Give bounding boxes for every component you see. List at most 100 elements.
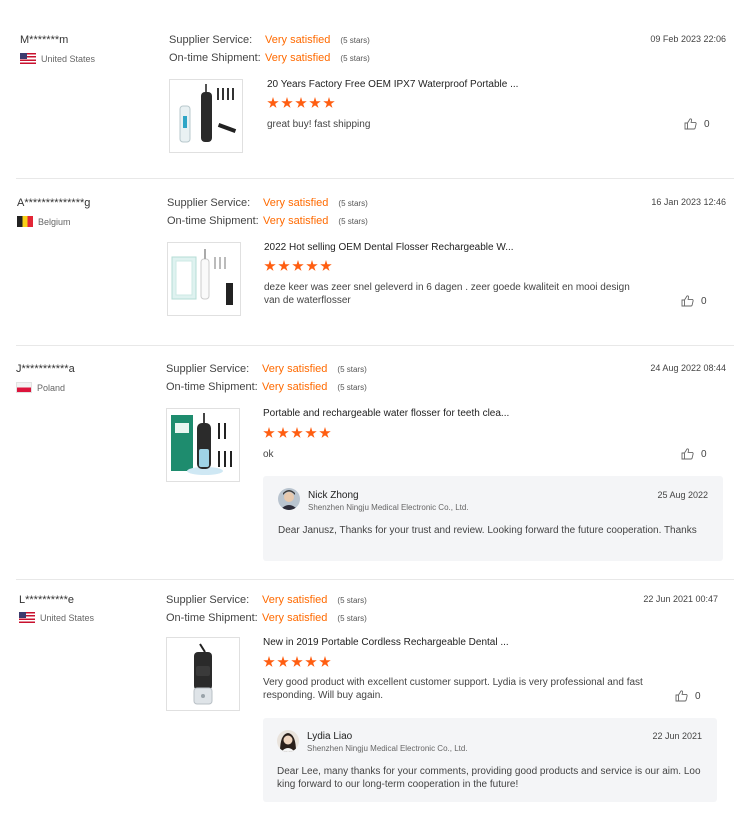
supplier-service-stars: (5 stars) xyxy=(337,364,367,374)
product-thumbnail[interactable] xyxy=(166,408,240,482)
water-flosser-image xyxy=(179,84,237,143)
buyer-country: United States xyxy=(20,53,95,64)
product-name[interactable]: Portable and rechargeable water flosser … xyxy=(263,408,509,419)
review-divider xyxy=(16,178,734,179)
reply-author-name: Nick Zhong xyxy=(308,490,359,501)
buyer-country: Poland xyxy=(16,382,65,393)
supplier-service-value: Very satisfied xyxy=(265,34,331,46)
like-button[interactable]: 0 xyxy=(684,118,710,130)
star-icon xyxy=(323,97,335,108)
product-name[interactable]: 20 Years Factory Free OEM IPX7 Waterproo… xyxy=(267,79,518,90)
star-icon xyxy=(306,260,318,271)
shipment-rating: On-time Shipment: Very satisfied (5 star… xyxy=(169,52,370,64)
reply-company: Shenzhen Ningju Medical Electronic Co., … xyxy=(308,503,469,512)
shipment-stars: (5 stars) xyxy=(337,382,367,392)
shipment-label: On-time Shipment: xyxy=(167,215,259,227)
shipment-stars: (5 stars) xyxy=(340,53,370,63)
cordless-flosser-image xyxy=(193,643,213,705)
star-icon xyxy=(291,427,303,438)
shipment-stars: (5 stars) xyxy=(337,613,367,623)
star-icon xyxy=(281,97,293,108)
star-icon xyxy=(309,97,321,108)
reply-company: Shenzhen Ningju Medical Electronic Co., … xyxy=(307,744,468,753)
shipment-rating: On-time Shipment: Very satisfied (5 star… xyxy=(166,612,367,624)
review-item: M*******m United States Supplier Service… xyxy=(0,0,750,180)
user-avatar-icon xyxy=(278,488,300,510)
supplier-service-label: Supplier Service: xyxy=(166,363,250,375)
star-icon xyxy=(291,656,303,667)
buyer-country: United States xyxy=(19,612,94,623)
product-rating-stars xyxy=(263,427,331,439)
avatar xyxy=(278,488,300,510)
star-icon xyxy=(277,427,289,438)
shipment-label: On-time Shipment: xyxy=(166,612,258,624)
be-flag-icon xyxy=(17,216,33,227)
star-icon xyxy=(305,427,317,438)
country-label: United States xyxy=(40,612,95,623)
reply-date: 25 Aug 2022 xyxy=(657,490,708,500)
shipment-label: On-time Shipment: xyxy=(166,381,258,393)
buyer-name: A**************g xyxy=(17,197,91,209)
like-button[interactable]: 0 xyxy=(681,295,707,307)
product-thumbnail[interactable] xyxy=(167,242,241,316)
supplier-reply: Nick Zhong Shenzhen Ningju Medical Elect… xyxy=(263,476,723,561)
reply-date: 22 Jun 2021 xyxy=(652,731,702,741)
star-icon xyxy=(305,656,317,667)
country-label: Poland xyxy=(37,382,66,393)
like-count: 0 xyxy=(701,448,707,460)
reply-author-name: Lydia Liao xyxy=(307,731,353,742)
shipment-value: Very satisfied xyxy=(263,215,329,227)
like-button[interactable]: 0 xyxy=(681,448,707,460)
star-icon xyxy=(277,656,289,667)
review-date: 24 Aug 2022 08:44 xyxy=(650,363,726,373)
like-count: 0 xyxy=(695,690,701,702)
review-date: 22 Jun 2021 00:47 xyxy=(643,594,718,604)
review-date: 09 Feb 2023 22:06 xyxy=(650,34,726,44)
review-item: A**************g Belgium Supplier Servic… xyxy=(0,180,750,346)
product-thumbnail[interactable] xyxy=(169,79,243,153)
us-flag-icon xyxy=(20,53,36,64)
shipment-rating: On-time Shipment: Very satisfied (5 star… xyxy=(167,215,368,227)
star-icon xyxy=(267,97,279,108)
star-icon xyxy=(319,656,331,667)
like-count: 0 xyxy=(704,118,710,130)
shipment-label: On-time Shipment: xyxy=(169,52,261,64)
supplier-service-label: Supplier Service: xyxy=(169,34,253,46)
star-icon xyxy=(320,260,332,271)
supplier-service-label: Supplier Service: xyxy=(166,594,250,606)
product-name[interactable]: 2022 Hot selling OEM Dental Flosser Rech… xyxy=(264,242,514,253)
pl-flag-icon xyxy=(16,382,32,393)
review-comment: deze keer was zeer snel geleverd in 6 da… xyxy=(264,282,630,306)
thumbs-up-icon xyxy=(681,295,694,307)
review-date: 16 Jan 2023 12:46 xyxy=(651,197,726,207)
user-avatar-icon xyxy=(277,730,299,752)
buyer-name: J***********a xyxy=(16,363,75,375)
us-flag-icon xyxy=(19,612,35,623)
supplier-service-stars: (5 stars) xyxy=(340,35,370,45)
product-name[interactable]: New in 2019 Portable Cordless Rechargeab… xyxy=(263,637,509,648)
supplier-service-rating: Supplier Service: Very satisfied (5 star… xyxy=(166,594,367,606)
supplier-service-value: Very satisfied xyxy=(262,594,328,606)
review-item: L**********e United States Supplier Serv… xyxy=(0,580,750,840)
supplier-service-stars: (5 stars) xyxy=(337,595,367,605)
product-thumbnail[interactable] xyxy=(166,637,240,711)
review-comment: ok xyxy=(263,449,274,460)
buyer-name: M*******m xyxy=(20,34,69,46)
thumbs-up-icon xyxy=(675,690,688,702)
review-comment: Very good product with excellent custome… xyxy=(263,677,643,701)
star-icon xyxy=(263,656,275,667)
shipment-value: Very satisfied xyxy=(262,612,328,624)
supplier-service-rating: Supplier Service: Very satisfied (5 star… xyxy=(169,34,370,46)
country-label: Belgium xyxy=(38,216,71,227)
water-flosser-box-image xyxy=(171,413,232,475)
review-comment: great buy! fast shipping xyxy=(267,119,371,130)
review-item: J***********a Poland Supplier Service: V… xyxy=(0,346,750,580)
thumbs-up-icon xyxy=(684,118,697,130)
product-rating-stars xyxy=(263,656,331,668)
shipment-stars: (5 stars) xyxy=(338,216,368,226)
star-icon xyxy=(292,260,304,271)
like-count: 0 xyxy=(701,295,707,307)
dental-flosser-image xyxy=(171,249,233,305)
shipment-value: Very satisfied xyxy=(262,381,328,393)
like-button[interactable]: 0 xyxy=(675,690,701,702)
